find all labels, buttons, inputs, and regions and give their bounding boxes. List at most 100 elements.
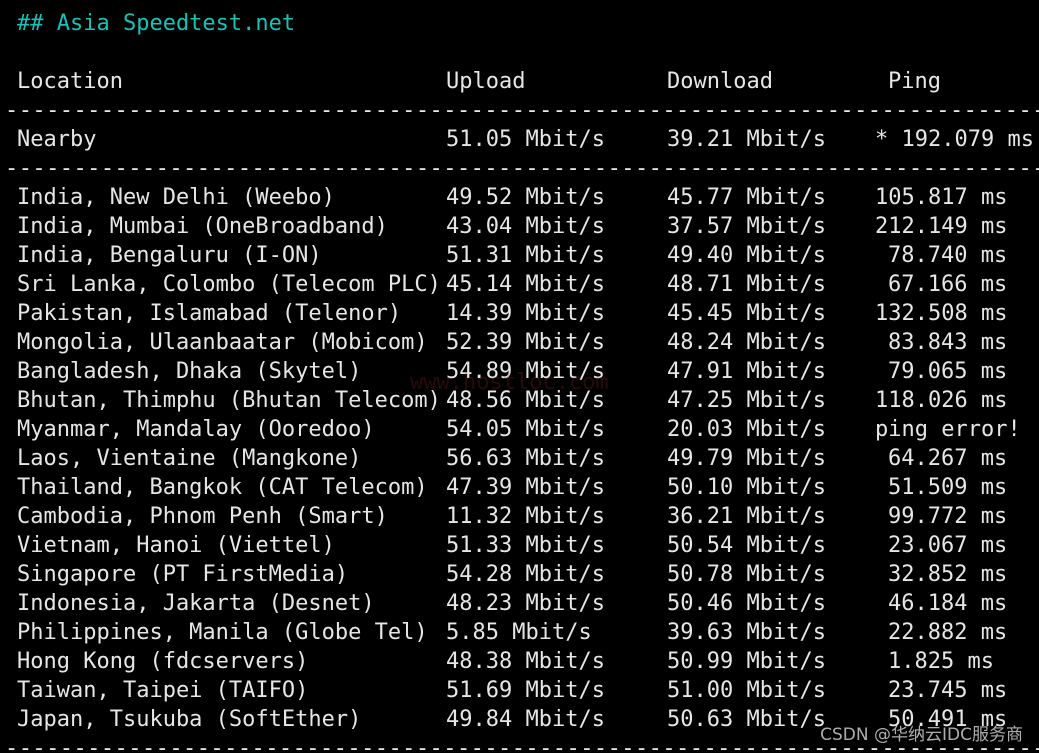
nearby-upload: 51.05 Mbit/s [446,127,605,152]
table-row: India, Bengaluru (I-ON) 51.31 Mbit/s 49.40… [0,241,1039,270]
table-row: India, New Delhi (Weebo) 49.52 Mbit/s 45.7… [0,183,1039,212]
row-upload: 54.28 Mbit/s [446,562,605,587]
table-row: Singapore (PT FirstMedia) 54.28 Mbit/s 50.… [0,560,1039,589]
row-location: Sri Lanka, Colombo (Telecom PLC) [17,272,441,297]
row-location: Pakistan, Islamabad (Telenor) [17,301,402,326]
row-download: 20.03 Mbit/s [667,417,826,442]
column-header-download: Download [667,69,773,94]
row-ping: 64.267 ms [888,446,1008,471]
row-ping: 105.817 ms [875,185,1008,210]
divider-top: ----------------------------------------… [5,98,1039,123]
row-upload: 47.39 Mbit/s [446,475,605,500]
row-ping: 132.508 ms [875,301,1008,326]
terminal-window: ## Asia Speedtest.net Location Upload Do… [0,0,1039,753]
row-upload: 51.31 Mbit/s [446,243,605,268]
nearby-location: Nearby [17,127,97,152]
table-row: Laos, Vientaine (Mangkone) 56.63 Mbit/s 49… [0,444,1039,473]
row-location: Mongolia, Ulaanbaatar (Mobicom) [17,330,428,355]
row-location: Bhutan, Thimphu (Bhutan Telecom) [17,388,441,413]
row-upload: 45.14 Mbit/s [446,272,605,297]
row-location: India, Bengaluru (I-ON) [17,243,322,268]
row-download: 45.77 Mbit/s [667,185,826,210]
row-download: 47.91 Mbit/s [667,359,826,384]
row-upload: 49.84 Mbit/s [446,707,605,732]
table-row: Hong Kong (fdcservers) 48.38 Mbit/s 50.99 … [0,647,1039,676]
table-row: Sri Lanka, Colombo (Telecom PLC) 45.14 Mb… [0,270,1039,299]
row-download: 50.63 Mbit/s [667,707,826,732]
divider-middle: ----------------------------------------… [5,156,1039,181]
row-location: Japan, Tsukuba (SoftEther) [17,707,362,732]
row-download: 51.00 Mbit/s [667,678,826,703]
credit-label: CSDN @华纳云IDC服务商 [820,725,1023,745]
row-download: 50.46 Mbit/s [667,591,826,616]
table-row: India, Mumbai (OneBroadband) 43.04 Mbit/s… [0,212,1039,241]
row-location: Vietnam, Hanoi (Viettel) [17,533,335,558]
row-ping: 1.825 ms [888,649,994,674]
row-location: Philippines, Manila (Globe Tel) [17,620,428,645]
table-header: Location Upload Download Ping [0,67,1039,96]
row-location: Myanmar, Mandalay (Ooredoo) [17,417,375,442]
row-download: 39.63 Mbit/s [667,620,826,645]
row-ping: 32.852 ms [888,562,1008,587]
row-location: India, Mumbai (OneBroadband) [17,214,388,239]
column-header-ping: Ping [888,69,941,94]
row-download: 45.45 Mbit/s [667,301,826,326]
table-row: Myanmar, Mandalay (Ooredoo) 54.05 Mbit/s 2… [0,415,1039,444]
row-upload: 56.63 Mbit/s [446,446,605,471]
table-row: Philippines, Manila (Globe Tel) 5.85 Mbit… [0,618,1039,647]
row-upload: 54.05 Mbit/s [446,417,605,442]
table-row: Cambodia, Phnom Penh (Smart) 11.32 Mbit/s… [0,502,1039,531]
table-row: Mongolia, Ulaanbaatar (Mobicom) 52.39 Mbi… [0,328,1039,357]
row-upload: 48.23 Mbit/s [446,591,605,616]
nearby-download: 39.21 Mbit/s [667,127,826,152]
row-ping: 118.026 ms [875,388,1008,413]
row-location: Laos, Vientaine (Mangkone) [17,446,362,471]
row-location: Taiwan, Taipei (TAIFO) [17,678,309,703]
row-location: Hong Kong (fdcservers) [17,649,309,674]
row-download: 50.78 Mbit/s [667,562,826,587]
row-location: Thailand, Bangkok (CAT Telecom) [17,475,428,500]
row-location: Indonesia, Jakarta (Desnet) [17,591,375,616]
row-download: 50.99 Mbit/s [667,649,826,674]
watermark: www.hostloc.com [410,370,609,395]
row-ping: 67.166 ms [888,272,1008,297]
table-row: Vietnam, Hanoi (Viettel) 51.33 Mbit/s 50.5… [0,531,1039,560]
row-ping: 22.882 ms [888,620,1008,645]
row-ping: ping error! [875,417,1021,442]
row-ping: 212.149 ms [875,214,1008,239]
row-location: India, New Delhi (Weebo) [17,185,335,210]
table-row: Indonesia, Jakarta (Desnet) 48.23 Mbit/s 5… [0,589,1039,618]
row-ping: 79.065 ms [888,359,1008,384]
row-download: 50.10 Mbit/s [667,475,826,500]
row-ping: 99.772 ms [888,504,1008,529]
row-ping: 23.067 ms [888,533,1008,558]
row-upload: 14.39 Mbit/s [446,301,605,326]
column-header-location: Location [17,69,123,94]
row-upload: 49.52 Mbit/s [446,185,605,210]
table-row: Thailand, Bangkok (CAT Telecom) 47.39 Mbi… [0,473,1039,502]
row-upload: 43.04 Mbit/s [446,214,605,239]
table-row: Taiwan, Taipei (TAIFO) 51.69 Mbit/s 51.00 … [0,676,1039,705]
row-download: 37.57 Mbit/s [667,214,826,239]
row-location: Cambodia, Phnom Penh (Smart) [17,504,388,529]
row-download: 49.79 Mbit/s [667,446,826,471]
column-header-upload: Upload [446,69,526,94]
row-ping: 78.740 ms [888,243,1008,268]
row-location: Singapore (PT FirstMedia) [17,562,349,587]
row-upload: 48.38 Mbit/s [446,649,605,674]
row-ping: 23.745 ms [888,678,1008,703]
row-ping: 51.509 ms [888,475,1008,500]
section-heading: ## Asia Speedtest.net [17,11,296,36]
row-download: 47.25 Mbit/s [667,388,826,413]
row-location: Bangladesh, Dhaka (Skytel) [17,359,362,384]
row-upload: 11.32 Mbit/s [446,504,605,529]
row-download: 48.71 Mbit/s [667,272,826,297]
nearby-row: Nearby 51.05 Mbit/s 39.21 Mbit/s * 192.0… [0,125,1039,154]
table-row: Pakistan, Islamabad (Telenor) 14.39 Mbit/… [0,299,1039,328]
row-download: 50.54 Mbit/s [667,533,826,558]
row-ping: 46.184 ms [888,591,1008,616]
row-upload: 51.69 Mbit/s [446,678,605,703]
row-upload: 5.85 Mbit/s [446,620,592,645]
row-ping: 83.843 ms [888,330,1008,355]
row-upload: 51.33 Mbit/s [446,533,605,558]
